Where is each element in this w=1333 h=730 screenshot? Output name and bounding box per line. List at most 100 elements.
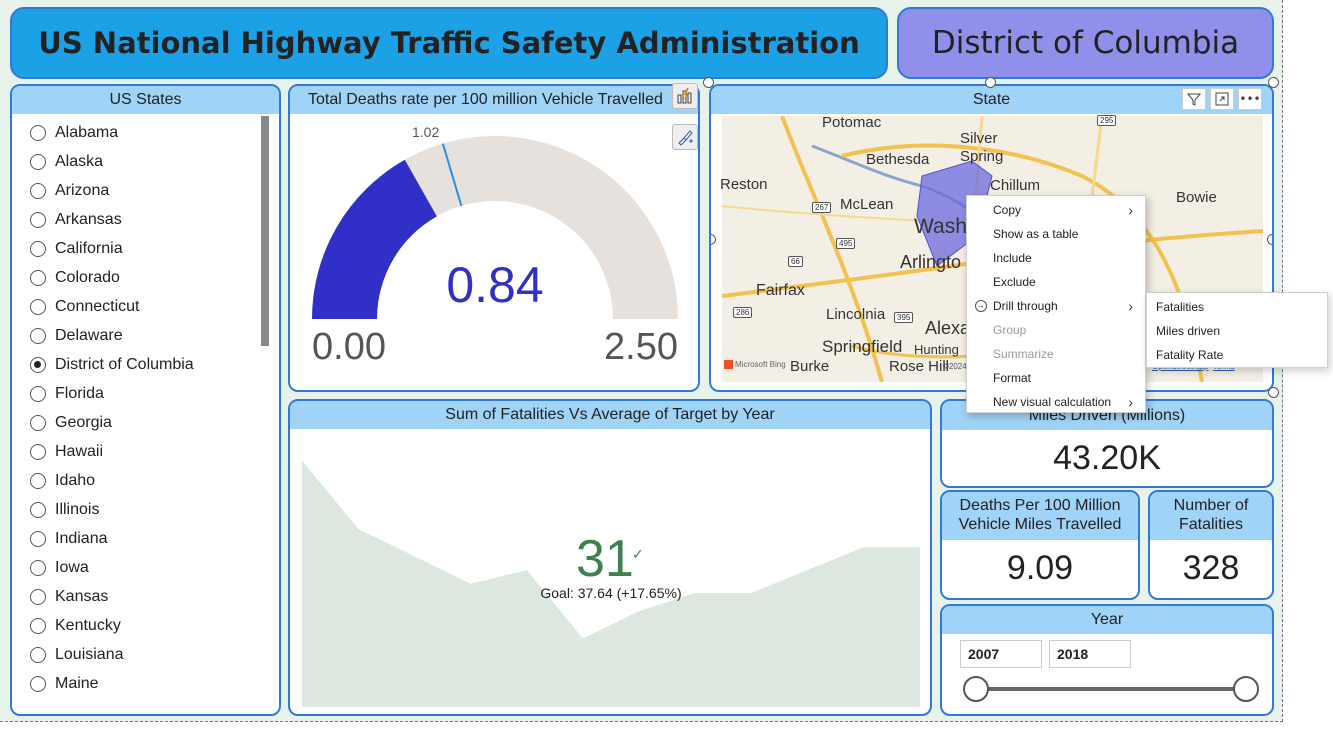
radio-icon[interactable] [30, 240, 46, 257]
year-slider-end-handle[interactable] [1233, 676, 1259, 702]
report-title: US National Highway Traffic Safety Admin… [10, 7, 888, 79]
context-menu-item[interactable]: → Drill through › [967, 294, 1145, 318]
state-option[interactable]: Idaho [12, 466, 279, 495]
map-place-label: Rose Hill [889, 358, 950, 375]
context-menu-item[interactable]: Copy › [967, 198, 1145, 222]
map-place-label: Burke [790, 358, 830, 375]
radio-icon[interactable] [30, 472, 46, 489]
slicer-scrollbar[interactable] [261, 116, 269, 346]
state-option[interactable]: Iowa [12, 553, 279, 582]
focus-mode-icon[interactable] [1210, 88, 1234, 110]
radio-icon[interactable] [30, 646, 46, 663]
map-attribution-bing: Microsoft Bing [724, 360, 786, 370]
format-brush-icon[interactable] [672, 124, 698, 150]
deaths-per-100m-title: Deaths Per 100 Million Vehicle Miles Tra… [942, 492, 1138, 540]
radio-icon[interactable] [30, 153, 46, 170]
state-option[interactable]: Connecticut [12, 292, 279, 321]
map-place-label: Potomac [822, 114, 882, 131]
us-states-slicer: US States Alabama Alaska Arizona Arkansas Ca… [10, 84, 281, 716]
radio-icon[interactable] [30, 298, 46, 315]
context-menu-item[interactable]: Include [967, 246, 1145, 270]
resize-handle-top[interactable] [985, 77, 996, 88]
radio-icon[interactable] [30, 617, 46, 634]
state-option[interactable]: Arizona [12, 176, 279, 205]
radio-icon[interactable] [30, 414, 46, 431]
state-option[interactable]: Alaska [12, 147, 279, 176]
state-option[interactable]: Arkansas [12, 205, 279, 234]
radio-icon[interactable] [30, 501, 46, 518]
state-option[interactable]: Kansas [12, 582, 279, 611]
resize-handle-top-left[interactable] [703, 77, 714, 88]
fatalities-vs-target-chart[interactable]: Sum of Fatalities Vs Average of Target b… [288, 399, 932, 716]
context-menu-item[interactable]: Exclude [967, 270, 1145, 294]
state-option[interactable]: Maine [12, 669, 279, 698]
map-place-label: Reston [720, 176, 768, 193]
context-menu-item-label: Include [993, 251, 1032, 265]
number-of-fatalities-title: Number of Fatalities [1150, 492, 1272, 540]
year-end-input[interactable]: 2018 [1049, 640, 1131, 668]
state-option[interactable]: Louisiana [12, 640, 279, 669]
state-option-label: Kansas [55, 587, 109, 605]
state-option-label: Georgia [55, 413, 112, 431]
map-place-label: Alexa [925, 318, 971, 338]
map-place-label: Bethesda [866, 151, 930, 168]
state-option[interactable]: Florida [12, 379, 279, 408]
year-slider-start-handle[interactable] [963, 676, 989, 702]
year-slicer-title: Year [942, 606, 1272, 634]
map-place-label: Fairfax [756, 282, 805, 299]
context-menu-item-label: Show as a table [993, 227, 1079, 241]
map-place-label: Bowie [1176, 189, 1217, 206]
state-option[interactable]: Alabama [12, 118, 279, 147]
state-option[interactable]: Colorado [12, 263, 279, 292]
selected-state-banner: District of Columbia [897, 7, 1274, 79]
state-option-label: Colorado [55, 268, 120, 286]
radio-icon[interactable] [30, 211, 46, 228]
map-place-label: Hunting [914, 342, 959, 357]
state-option[interactable]: Indiana [12, 524, 279, 553]
smart-narrative-icon[interactable] [672, 83, 698, 109]
state-option-label: Connecticut [55, 297, 140, 315]
chevron-right-icon: › [1128, 394, 1133, 410]
context-menu-item[interactable]: New visual calculation › [967, 390, 1145, 414]
state-option-label: District of Columbia [55, 355, 194, 373]
radio-icon[interactable] [30, 124, 46, 141]
radio-icon[interactable] [30, 385, 46, 402]
resize-handle-right[interactable] [1267, 234, 1272, 245]
state-option[interactable]: Illinois [12, 495, 279, 524]
filter-icon[interactable] [1182, 88, 1206, 110]
radio-icon[interactable] [30, 182, 46, 199]
more-options-icon[interactable]: ••• [1238, 88, 1262, 110]
resize-handle-top-right[interactable] [1268, 77, 1279, 88]
state-option[interactable]: District of Columbia [12, 350, 279, 379]
deaths-rate-gauge[interactable]: Total Deaths rate per 100 million Vehicl… [288, 84, 700, 392]
state-option[interactable]: California [12, 234, 279, 263]
radio-icon[interactable] [30, 327, 46, 344]
deaths-per-100m-value: 9.09 [1006, 549, 1074, 587]
radio-icon[interactable] [30, 559, 46, 576]
state-option-label: California [55, 239, 123, 257]
resize-handle-bottom-right[interactable] [1268, 387, 1279, 398]
state-option[interactable]: Kentucky [12, 611, 279, 640]
state-option[interactable]: Georgia [12, 408, 279, 437]
state-option-label: Maine [55, 674, 99, 692]
radio-icon[interactable] [30, 269, 46, 286]
state-option-label: Iowa [55, 558, 89, 576]
year-start-input[interactable]: 2007 [960, 640, 1042, 668]
context-menu-item[interactable]: Format [967, 366, 1145, 390]
drill-through-option[interactable]: Fatalities [1147, 295, 1327, 319]
state-list: Alabama Alaska Arizona Arkansas California Co… [12, 114, 279, 698]
drill-through-option[interactable]: Miles driven [1147, 319, 1327, 343]
radio-icon[interactable] [30, 530, 46, 547]
state-option[interactable]: Hawaii [12, 437, 279, 466]
miles-driven-value: 43.20K [1053, 439, 1161, 477]
year-slider-track[interactable] [975, 687, 1245, 691]
resize-handle-left[interactable] [711, 234, 716, 245]
radio-selected-icon[interactable] [30, 356, 46, 373]
state-option[interactable]: Delaware [12, 321, 279, 350]
drill-through-option[interactable]: Fatality Rate [1147, 343, 1327, 367]
radio-icon[interactable] [30, 588, 46, 605]
context-menu-item[interactable]: Show as a table [967, 222, 1145, 246]
radio-icon[interactable] [30, 443, 46, 460]
radio-icon[interactable] [30, 675, 46, 692]
state-option-label: Idaho [55, 471, 96, 489]
